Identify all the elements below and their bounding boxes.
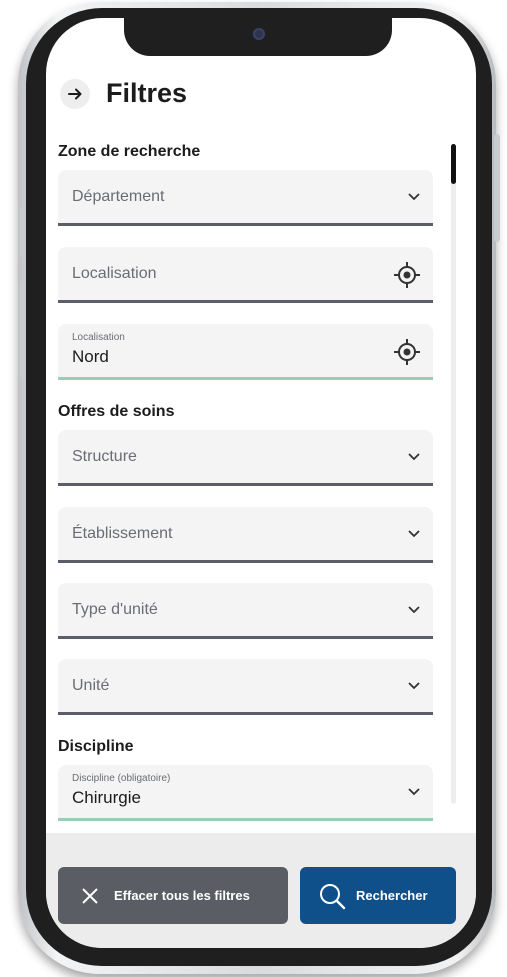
localisation-input-filled[interactable]: Localisation Nord [58,324,433,380]
chevron-down-icon [408,530,420,538]
chevron-down-icon [408,606,420,614]
type-unite-select[interactable]: Type d'unité [58,583,433,639]
arrow-right-icon [68,88,82,99]
departement-select[interactable]: Département [58,170,433,226]
app-screen: Filtres Zone de recherche Département Lo… [46,18,476,948]
phone-side-button [494,134,500,242]
localisation-value: Nord [72,347,109,366]
chevron-down-icon [408,453,420,461]
unite-placeholder: Unité [72,677,110,694]
localisation-placeholder: Localisation [72,265,157,282]
search-icon [318,882,346,910]
action-footer: Effacer tous les filtres Rechercher [46,833,476,948]
discipline-select[interactable]: Discipline (obligatoire) Chirurgie [58,765,433,821]
localisation-input[interactable]: Localisation [58,247,433,303]
page-title: Filtres [106,78,188,108]
type-unite-placeholder: Type d'unité [72,601,158,618]
chevron-down-icon [408,682,420,690]
phone-notch [124,18,392,56]
page-header: Filtres [60,78,187,109]
clear-filters-label: Effacer tous les filtres [114,888,250,903]
structure-placeholder: Structure [72,448,137,465]
discipline-value: Chirurgie [72,788,141,807]
locate-icon[interactable] [393,261,421,289]
section-label-offres: Offres de soins [58,403,175,420]
etablissement-placeholder: Établissement [72,525,173,542]
chevron-down-icon [408,193,420,201]
structure-select[interactable]: Structure [58,430,433,486]
scrollbar[interactable] [451,144,456,804]
scrollbar-thumb[interactable] [451,144,456,184]
camera-icon [253,28,265,40]
back-button[interactable] [60,78,90,109]
close-icon [80,886,100,906]
unite-select[interactable]: Unité [58,659,433,715]
departement-placeholder: Département [72,188,165,205]
chevron-down-icon [408,788,420,796]
section-label-discipline: Discipline [58,738,134,755]
etablissement-select[interactable]: Établissement [58,507,433,563]
section-label-zone: Zone de recherche [58,143,201,160]
discipline-label: Discipline (obligatoire) [72,773,171,784]
locate-icon[interactable] [393,338,421,366]
clear-filters-button[interactable]: Effacer tous les filtres [58,867,288,924]
search-button[interactable]: Rechercher [300,867,456,924]
localisation-label: Localisation [72,332,125,343]
search-label: Rechercher [356,888,428,903]
